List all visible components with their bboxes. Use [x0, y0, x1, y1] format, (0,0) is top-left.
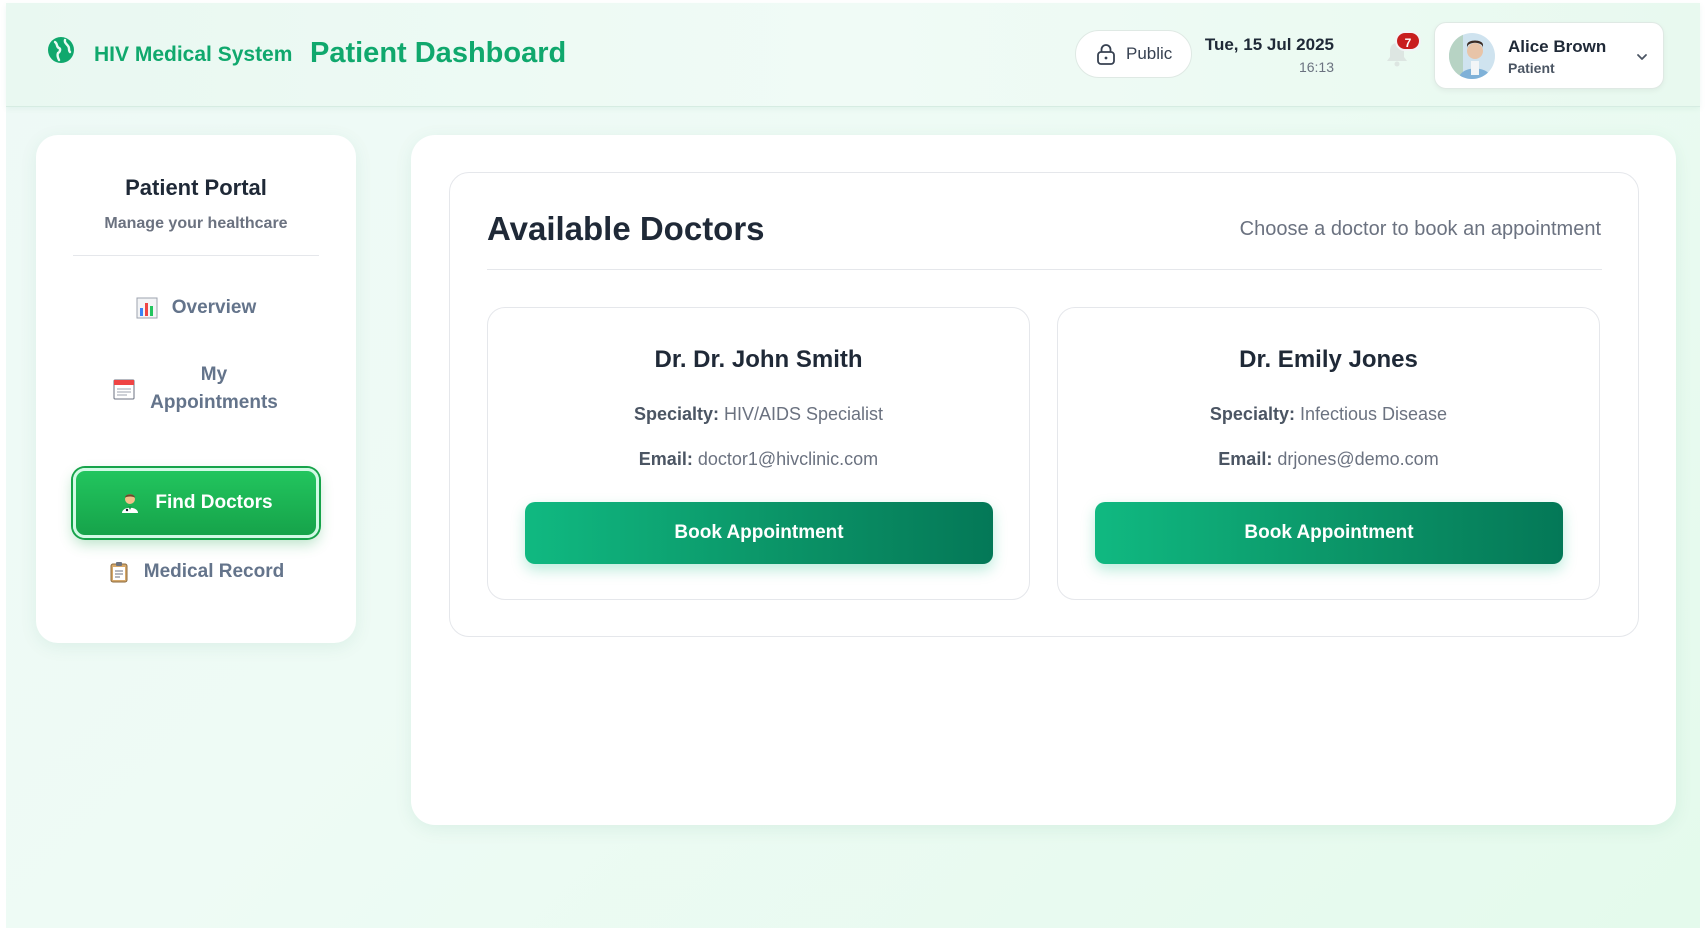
user-name: Alice Brown: [1508, 37, 1607, 56]
sidebar-divider: [73, 255, 319, 256]
sidebar-item-appointments[interactable]: My Appointments: [73, 355, 319, 423]
notification-badge[interactable]: 7: [1395, 31, 1421, 51]
book-appointment-button[interactable]: Book Appointment: [525, 502, 993, 564]
specialty-value: Infectious Disease: [1299, 404, 1448, 424]
current-date: Tue, 15 Jul 2025: [1204, 35, 1334, 54]
specialty-value: HIV/AIDS Specialist: [724, 404, 884, 424]
section-subtitle: Choose a doctor to book an appointment: [1239, 218, 1601, 240]
sidebar-item-label: My Appointments: [150, 364, 278, 413]
chevron-down-icon[interactable]: [1635, 50, 1649, 64]
globe-icon: [48, 37, 74, 63]
sidebar-title: Patient Portal: [125, 175, 267, 200]
user-role: Patient: [1508, 60, 1555, 76]
email-value: drjones@demo.com: [1277, 449, 1439, 469]
doctor-specialty: Specialty: HIV/AIDS Specialist: [488, 404, 1029, 425]
privacy-toggle-button[interactable]: Public: [1075, 30, 1192, 78]
privacy-label: Public: [1126, 44, 1173, 63]
doctor-name: Dr. Dr. John Smith: [654, 346, 863, 373]
doctor-specialty: Specialty: Infectious Disease: [1058, 404, 1599, 425]
section-divider: [487, 269, 1602, 270]
sidebar-item-label: Find Doctors: [155, 492, 273, 513]
specialty-label: Specialty:: [633, 404, 719, 424]
sidebar-item-medical-record[interactable]: Medical Record: [73, 547, 319, 597]
brand-name[interactable]: HIV Medical System: [94, 43, 292, 67]
avatar: [1449, 33, 1495, 79]
top-header: HIV Medical System Patient Dashboard Pub…: [6, 3, 1700, 107]
section-title: Available Doctors: [487, 210, 765, 247]
app-root: HIV Medical System Patient Dashboard Pub…: [6, 3, 1700, 928]
sidebar-item-label: Overview: [171, 297, 257, 318]
clipboard-icon: [110, 562, 128, 583]
sidebar-item-label: Medical Record: [143, 561, 285, 582]
doctors-section: Available Doctors Choose a doctor to boo…: [449, 172, 1639, 637]
doctor-email: Email: drjones@demo.com: [1058, 449, 1599, 470]
doctor-email: Email: doctor1@hivclinic.com: [488, 449, 1029, 470]
lock-icon: [1097, 44, 1115, 65]
email-label: Email:: [1218, 449, 1273, 469]
doctor-card: Dr. Emily Jones Specialty: Infectious Di…: [1057, 307, 1600, 600]
book-appointment-button[interactable]: Book Appointment: [1095, 502, 1563, 564]
specialty-label: Specialty:: [1209, 404, 1295, 424]
email-label: Email:: [638, 449, 693, 469]
current-time: 16:13: [1298, 59, 1334, 75]
sidebar-item-overview[interactable]: Overview: [73, 283, 319, 333]
user-menu[interactable]: Alice Brown Patient: [1434, 22, 1664, 89]
doctor-name: Dr. Emily Jones: [1239, 346, 1418, 373]
bar-chart-icon: [136, 297, 158, 319]
page-title: Patient Dashboard: [310, 37, 567, 69]
doctor-card: Dr. Dr. John Smith Specialty: HIV/AIDS S…: [487, 307, 1030, 600]
datetime: Tue, 15 Jul 2025 16:13: [1205, 35, 1334, 75]
email-value: doctor1@hivclinic.com: [697, 449, 879, 469]
doctor-icon: [122, 494, 139, 513]
calendar-icon: [113, 379, 135, 400]
sidebar-subtitle: Manage your healthcare: [104, 215, 288, 232]
sidebar: Patient Portal Manage your healthcare Ov…: [36, 135, 356, 643]
sidebar-item-find-doctors[interactable]: Find Doctors: [73, 468, 319, 538]
main-panel: Available Doctors Choose a doctor to boo…: [411, 135, 1676, 825]
